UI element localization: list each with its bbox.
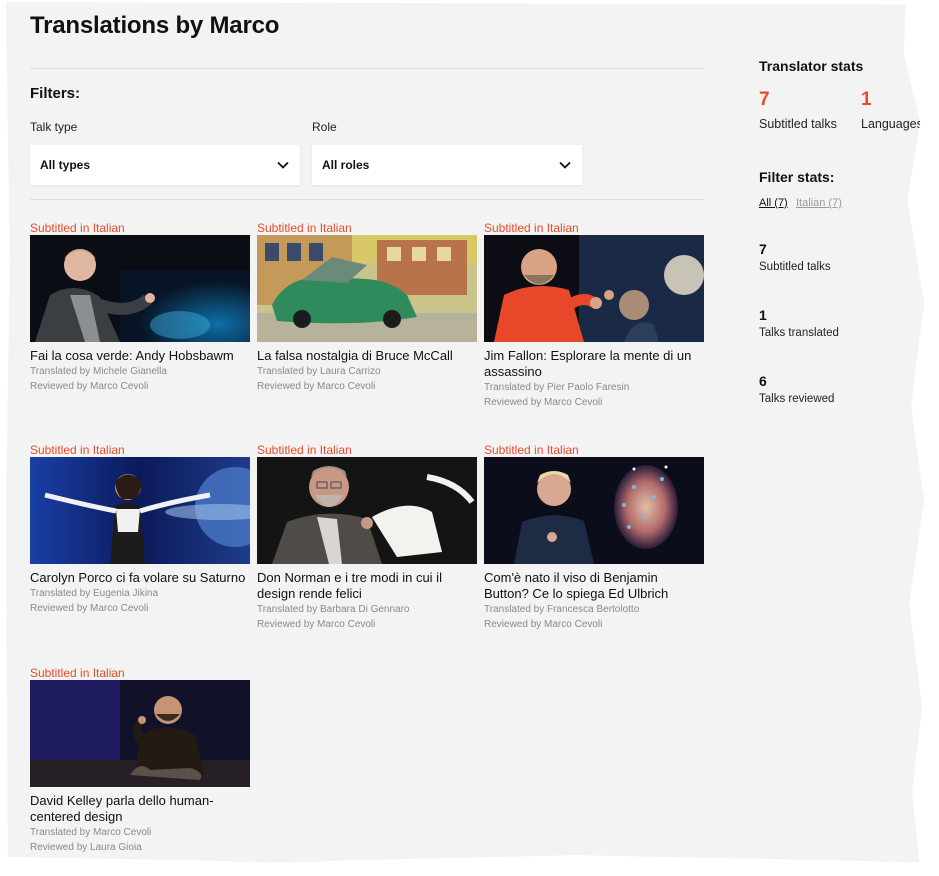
filter-link-all[interactable]: All (7) [759, 197, 788, 209]
subtitle-language: Subtitled in Italian [484, 443, 579, 457]
role-select[interactable]: All roles [312, 145, 582, 185]
filter-stats-heading: Filter stats: [759, 169, 835, 185]
talk-title[interactable]: Fai la cosa verde: Andy Hobsbawm [30, 348, 250, 364]
role-value: All roles [322, 158, 370, 172]
talk-thumbnail[interactable] [257, 235, 477, 342]
role-label: Role [312, 120, 337, 134]
languages-label: Languages [861, 117, 923, 131]
talk-card[interactable]: Subtitled in Italian Fai la cosa verde: … [30, 221, 250, 394]
translated-by: Translated by Pier Paolo Faresin [484, 382, 630, 393]
divider [30, 68, 705, 69]
talk-title[interactable]: Don Norman e i tre modi in cui il design… [257, 570, 477, 602]
stat-label: Talks translated [759, 327, 839, 339]
talk-thumbnail[interactable] [484, 457, 704, 564]
stat-label: Talks reviewed [759, 393, 835, 405]
divider [30, 199, 705, 200]
talk-title[interactable]: Com'è nato il viso di Benjamin Button? C… [484, 570, 704, 602]
subtitle-language: Subtitled in Italian [257, 443, 352, 457]
talk-thumbnail[interactable] [484, 235, 704, 342]
talk-type-value: All types [40, 158, 91, 172]
talk-card[interactable]: Subtitled in Italian Carolyn Porco ci fa… [30, 443, 250, 616]
chevron-down-icon [277, 161, 289, 169]
page-title: Translations by Marco [30, 12, 280, 39]
filters-heading: Filters: [30, 85, 81, 102]
talk-title[interactable]: La falsa nostalgia di Bruce McCall [257, 348, 477, 364]
translated-by: Translated by Francesca Bertolotto [484, 604, 640, 615]
translated-by: Translated by Laura Carrizo [257, 366, 381, 377]
talk-card[interactable]: Subtitled in Italian Jim Fallon: Esplora… [484, 221, 704, 410]
reviewed-by: Reviewed by Marco Cevoli [484, 397, 603, 408]
languages-count: 1 [861, 89, 872, 110]
subtitled-label: Subtitled talks [759, 117, 837, 131]
translator-stats-heading: Translator stats [759, 58, 864, 74]
reviewed-by: Reviewed by Marco Cevoli [257, 381, 376, 392]
talk-type-select[interactable]: All types [30, 145, 300, 185]
filter-link-italian[interactable]: Italian (7) [796, 197, 842, 209]
subtitled-count: 7 [759, 89, 770, 110]
talk-thumbnail[interactable] [30, 457, 250, 564]
reviewed-by: Reviewed by Marco Cevoli [257, 619, 376, 630]
reviewed-by: Reviewed by Marco Cevoli [30, 603, 149, 614]
talk-card[interactable]: Subtitled in Italian Com'è nato il viso … [484, 443, 704, 632]
subtitle-language: Subtitled in Italian [484, 221, 579, 235]
talk-thumbnail[interactable] [30, 680, 250, 787]
talk-type-label: Talk type [30, 120, 78, 134]
stat-number: 6 [759, 373, 767, 389]
subtitle-language: Subtitled in Italian [30, 666, 125, 680]
talk-thumbnail[interactable] [257, 457, 477, 564]
translated-by: Translated by Marco Cevoli [30, 827, 152, 838]
subtitle-language: Subtitled in Italian [30, 221, 125, 235]
translated-by: Translated by Michele Gianella [30, 366, 167, 377]
talk-card[interactable]: Subtitled in Italian David Kelley parla … [30, 666, 250, 855]
subtitle-language: Subtitled in Italian [30, 443, 125, 457]
reviewed-by: Reviewed by Marco Cevoli [484, 619, 603, 630]
talk-title[interactable]: David Kelley parla dello human-centered … [30, 793, 250, 825]
translated-by: Translated by Barbara Di Gennaro [257, 604, 410, 615]
reviewed-by: Reviewed by Marco Cevoli [30, 381, 149, 392]
talk-card[interactable]: Subtitled in Italian Don Norman e i tre … [257, 443, 477, 632]
translated-by: Translated by Eugenia Jikina [30, 588, 159, 599]
subtitle-language: Subtitled in Italian [257, 221, 352, 235]
talk-title[interactable]: Carolyn Porco ci fa volare su Saturno [30, 570, 250, 586]
chevron-down-icon [559, 161, 571, 169]
stat-label: Subtitled talks [759, 261, 831, 273]
talk-card[interactable]: Subtitled in Italian La falsa nostalgia … [257, 221, 477, 394]
stat-number: 7 [759, 241, 767, 257]
page-sheet: Translations by Marco Filters: Talk type… [6, 2, 924, 862]
reviewed-by: Reviewed by Laura Gioia [30, 842, 142, 853]
talk-title[interactable]: Jim Fallon: Esplorare la mente di un ass… [484, 348, 704, 380]
talk-thumbnail[interactable] [30, 235, 250, 342]
stat-number: 1 [759, 307, 767, 323]
